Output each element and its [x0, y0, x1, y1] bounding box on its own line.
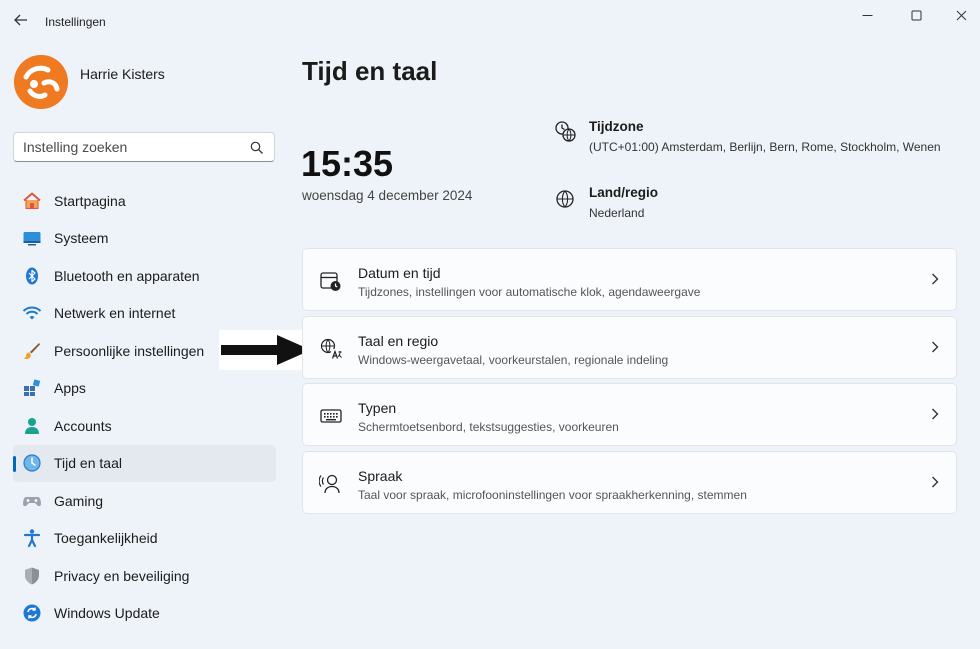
calendar-clock-icon	[320, 272, 341, 291]
card-spraak[interactable]: Spraak Taal voor spraak, microfooninstel…	[302, 451, 957, 514]
card-title: Datum en tijd	[358, 265, 441, 281]
keyboard-icon	[320, 409, 342, 423]
sidebar-item-label: Apps	[54, 380, 86, 397]
region-title: Land/regio	[589, 185, 659, 200]
chevron-right-icon	[932, 476, 939, 488]
time-language-icon	[22, 453, 42, 473]
sidebar-item-label: Toegankelijkheid	[54, 530, 158, 547]
title-bar: Instellingen	[0, 0, 980, 40]
search-icon[interactable]	[250, 141, 264, 155]
chevron-right-icon	[932, 408, 939, 420]
close-button[interactable]	[946, 5, 976, 25]
sidebar-item-label: Persoonlijke instellingen	[54, 342, 205, 359]
card-subtitle: Tijdzones, instellingen voor automatisch…	[358, 285, 701, 299]
region-value: Nederland	[589, 206, 645, 220]
sidebar-item-label: Privacy en beveiliging	[54, 567, 190, 584]
search-input[interactable]	[23, 139, 243, 155]
avatar[interactable]	[14, 55, 68, 109]
card-title: Spraak	[358, 468, 403, 484]
card-title: Taal en regio	[358, 333, 439, 349]
sidebar-item-netwerk[interactable]: Netwerk en internet	[13, 295, 276, 333]
speech-icon	[319, 474, 340, 494]
back-arrow-icon	[14, 14, 27, 26]
sidebar-item-privacy[interactable]: Privacy en beveiliging	[13, 557, 276, 595]
card-subtitle: Taal voor spraak, microfooninstellingen …	[358, 488, 747, 502]
wifi-icon	[22, 303, 42, 323]
card-title: Typen	[358, 400, 397, 416]
sidebar-nav: Startpagina Systeem Bluetooth en apparat…	[13, 182, 276, 632]
sidebar-item-label: Systeem	[54, 230, 109, 247]
sidebar-item-startpagina[interactable]: Startpagina	[13, 182, 276, 220]
clock-date: woensdag 4 december 2024	[302, 188, 473, 203]
sidebar-item-bluetooth[interactable]: Bluetooth en apparaten	[13, 257, 276, 295]
shield-icon	[22, 566, 42, 586]
home-icon	[22, 191, 42, 211]
timezone-value: (UTC+01:00) Amsterdam, Berlijn, Bern, Ro…	[589, 140, 941, 154]
arrow-right-icon	[221, 335, 311, 365]
card-taal-en-regio[interactable]: Taal en regio Windows-weergavetaal, voor…	[302, 316, 957, 379]
logo-icon	[14, 55, 68, 109]
bluetooth-icon	[22, 266, 42, 286]
card-subtitle: Schermtoetsenbord, tekstsuggesties, voor…	[358, 420, 619, 434]
sidebar-item-apps[interactable]: Apps	[13, 370, 276, 408]
sidebar-item-label: Accounts	[54, 417, 112, 434]
sidebar-item-toegankelijkheid[interactable]: Toegankelijkheid	[13, 520, 276, 558]
page-title: Tijd en taal	[302, 56, 438, 86]
apps-icon	[22, 378, 42, 398]
brush-icon	[22, 341, 42, 361]
accounts-icon	[22, 416, 42, 436]
card-subtitle: Windows-weergavetaal, voorkeurstalen, re…	[358, 353, 669, 367]
system-icon	[22, 228, 42, 248]
arrow-annotation	[219, 330, 314, 370]
timezone-title: Tijdzone	[589, 119, 644, 134]
sidebar-item-label: Gaming	[54, 492, 104, 509]
card-datum-en-tijd[interactable]: Datum en tijd Tijdzones, instellingen vo…	[302, 248, 957, 311]
gamepad-icon	[22, 491, 42, 511]
app-title: Instellingen	[45, 15, 106, 29]
sidebar-item-tijd-en-taal[interactable]: Tijd en taal	[13, 444, 276, 482]
clock-time: 15:35	[301, 143, 394, 184]
chevron-right-icon	[932, 341, 939, 353]
globe-icon	[556, 190, 574, 208]
update-icon	[22, 603, 42, 623]
minimize-button[interactable]	[852, 5, 882, 25]
maximize-button[interactable]	[901, 5, 931, 25]
sidebar-item-systeem[interactable]: Systeem	[13, 220, 276, 258]
language-icon	[320, 338, 342, 360]
close-icon	[956, 10, 966, 20]
accessibility-icon	[22, 528, 42, 548]
sidebar-item-label: Netwerk en internet	[54, 305, 176, 322]
sidebar-item-gaming[interactable]: Gaming	[13, 482, 276, 520]
sidebar-item-accounts[interactable]: Accounts	[13, 407, 276, 445]
chevron-right-icon	[932, 273, 939, 285]
profile-name: Harrie Kisters	[80, 66, 165, 82]
sidebar-item-windows-update[interactable]: Windows Update	[13, 595, 276, 633]
sidebar-item-label: Startpagina	[54, 192, 126, 209]
search-box[interactable]	[13, 132, 275, 162]
sidebar-item-label: Windows Update	[54, 605, 160, 622]
timezone-icon	[555, 121, 576, 142]
maximize-icon	[911, 10, 921, 20]
back-button[interactable]	[10, 9, 32, 31]
minimize-icon	[862, 14, 872, 16]
card-typen[interactable]: Typen Schermtoetsenbord, tekstsuggesties…	[302, 383, 957, 446]
sidebar-item-label: Bluetooth en apparaten	[54, 267, 200, 284]
sidebar-item-label: Tijd en taal	[54, 455, 122, 472]
